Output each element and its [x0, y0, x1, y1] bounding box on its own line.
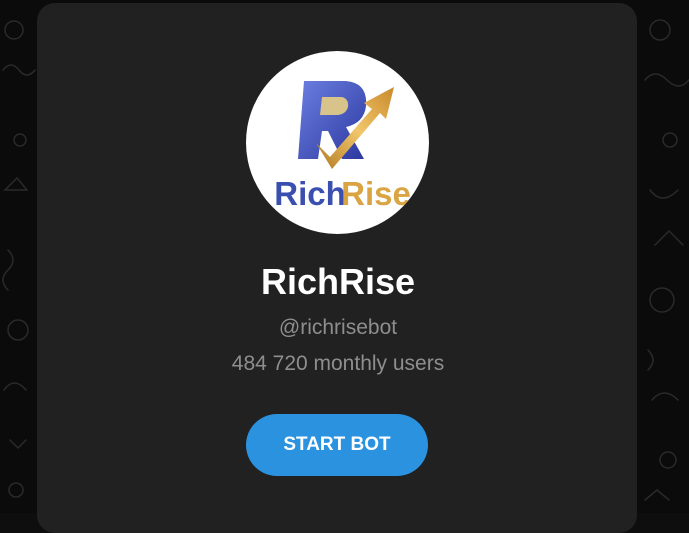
- richrise-logo-icon: Rich Rise: [274, 81, 411, 212]
- bot-avatar: Rich Rise: [246, 51, 429, 234]
- bot-name: RichRise: [260, 261, 416, 302]
- bot-username[interactable]: @richrisebot: [0, 314, 676, 342]
- monthly-users-count: 484 720 monthly users: [231, 352, 445, 375]
- svg-text:Rich: Rich: [274, 175, 346, 212]
- svg-text:Rise: Rise: [341, 175, 411, 212]
- start-bot-button[interactable]: START BOT: [246, 414, 428, 476]
